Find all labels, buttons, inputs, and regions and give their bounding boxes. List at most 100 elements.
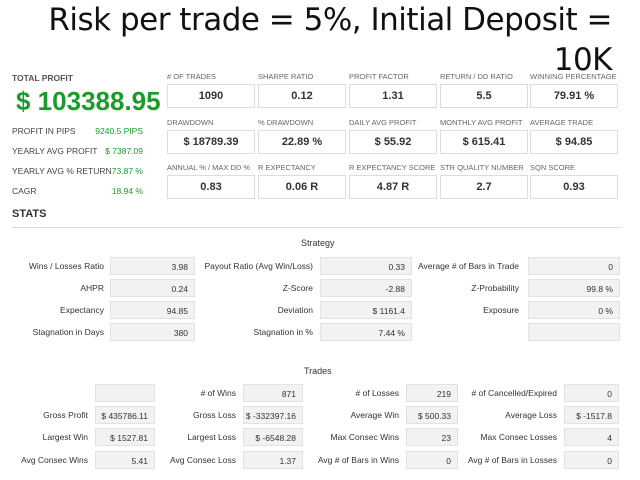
metric-value: 0.93 bbox=[530, 175, 618, 199]
stat-value: 4 bbox=[564, 428, 619, 446]
trades-title: Trades bbox=[304, 366, 332, 376]
stat-label: Avg Consec Wins bbox=[21, 455, 88, 465]
stat-label: AHPR bbox=[80, 283, 104, 293]
metric-label: MONTHLY AVG PROFIT bbox=[440, 118, 523, 127]
summary-row-value: 73.87 % bbox=[111, 166, 143, 176]
metric-card: ANNUAL % / MAX DD % 0.83 bbox=[167, 163, 255, 199]
metric-card: R EXPECTANCY 0.06 R bbox=[258, 163, 346, 199]
stat-label: # of Wins bbox=[200, 388, 236, 398]
stat-label: Stagnation in Days bbox=[32, 327, 104, 337]
stat-label: Avg Consec Loss bbox=[170, 455, 236, 465]
metric-value: $ 94.85 bbox=[530, 130, 618, 154]
metric-value: 0.12 bbox=[258, 84, 346, 108]
stat-value: $ -1517.8 bbox=[564, 406, 619, 424]
stat-label: Z-Probability bbox=[471, 283, 519, 293]
stat-value: 99.8 % bbox=[528, 279, 620, 297]
stats-title: STATS bbox=[12, 208, 47, 220]
total-profit-label: TOTAL PROFIT bbox=[12, 73, 73, 83]
metric-label: PROFIT FACTOR bbox=[349, 72, 409, 81]
metric-card: DRAWDOWN $ 18789.39 bbox=[167, 118, 255, 154]
stat-label: Expectancy bbox=[60, 305, 104, 315]
stat-value: 0 % bbox=[528, 301, 620, 319]
metric-card: STR QUALITY NUMBER 2.7 bbox=[440, 163, 528, 199]
metric-card: WINNING PERCENTAGE 79.91 % bbox=[530, 72, 618, 108]
summary-row-label: YEARLY AVG % RETURN bbox=[12, 166, 112, 176]
stat-label: Average Win bbox=[350, 410, 399, 420]
stat-label bbox=[0, 384, 88, 402]
stat-label: Stagnation in % bbox=[253, 327, 313, 337]
metric-value: 1.31 bbox=[349, 84, 437, 108]
stat-label: Avg # of Bars in Losses bbox=[467, 455, 557, 465]
stat-label: Gross Profit bbox=[43, 410, 88, 420]
metric-value: 0.83 bbox=[167, 175, 255, 199]
metric-card: SQN SCORE 0.93 bbox=[530, 163, 618, 199]
metric-value: $ 615.41 bbox=[440, 130, 528, 154]
metric-card: MONTHLY AVG PROFIT $ 615.41 bbox=[440, 118, 528, 154]
summary-row-label: CAGR bbox=[12, 186, 37, 196]
stat-value bbox=[528, 323, 620, 341]
metric-label: AVERAGE TRADE bbox=[530, 118, 594, 127]
summary-row-profit-pips: PROFIT IN PIPS 9240.5 PIPS bbox=[12, 126, 143, 136]
stat-label: Max Consec Losses bbox=[480, 432, 557, 442]
metric-value: 0.06 R bbox=[258, 175, 346, 199]
stat-label: Avg # of Bars in Wins bbox=[317, 455, 399, 465]
stats-divider bbox=[12, 227, 622, 228]
metric-label: SHARPE RATIO bbox=[258, 72, 314, 81]
stat-label: Payout Ratio (Avg Win/Loss) bbox=[204, 261, 314, 271]
metric-label: DRAWDOWN bbox=[167, 118, 214, 127]
metric-label: WINNING PERCENTAGE bbox=[530, 72, 617, 81]
total-profit-value: $ 103388.95 bbox=[16, 86, 161, 116]
stat-label: Wins / Losses Ratio bbox=[28, 261, 104, 271]
stat-label: Z-Score bbox=[282, 283, 313, 293]
stat-value: 0 bbox=[564, 451, 619, 469]
metric-card: DAILY AVG PROFIT $ 55.92 bbox=[349, 118, 437, 154]
stat-label: Deviation bbox=[277, 305, 313, 315]
metric-value: $ 18789.39 bbox=[167, 130, 255, 154]
summary-row-value: $ 7387.09 bbox=[105, 146, 143, 156]
metric-label: R EXPECTANCY bbox=[258, 163, 316, 172]
metric-label: % DRAWDOWN bbox=[258, 118, 314, 127]
stat-label: Largest Loss bbox=[187, 432, 236, 442]
summary-row-yearly-avg-profit: YEARLY AVG PROFIT $ 7387.09 bbox=[12, 146, 143, 156]
metric-card: SHARPE RATIO 0.12 bbox=[258, 72, 346, 108]
stat-label: # of Losses bbox=[355, 388, 399, 398]
metric-card: RETURN / DD RATIO 5.5 bbox=[440, 72, 528, 108]
stat-label: Max Consec Wins bbox=[330, 432, 400, 442]
summary-row-label: PROFIT IN PIPS bbox=[12, 126, 76, 136]
metric-label: STR QUALITY NUMBER bbox=[440, 163, 524, 172]
metric-label: ANNUAL % / MAX DD % bbox=[167, 163, 251, 172]
strategy-title: Strategy bbox=[301, 238, 335, 248]
summary-row-yearly-avg-return: YEARLY AVG % RETURN 73.87 % bbox=[12, 166, 143, 176]
metric-value: 5.5 bbox=[440, 84, 528, 108]
metric-card: PROFIT FACTOR 1.31 bbox=[349, 72, 437, 108]
summary-row-value: 9240.5 PIPS bbox=[95, 126, 143, 136]
metric-label: # OF TRADES bbox=[167, 72, 217, 81]
metric-label: R EXPECTANCY SCORE bbox=[349, 163, 436, 172]
metric-label: DAILY AVG PROFIT bbox=[349, 118, 417, 127]
metric-value: 79.91 % bbox=[530, 84, 618, 108]
metric-label: RETURN / DD RATIO bbox=[440, 72, 513, 81]
summary-row-label: YEARLY AVG PROFIT bbox=[12, 146, 98, 156]
stat-label: Largest Win bbox=[42, 432, 88, 442]
metric-value: 1090 bbox=[167, 84, 255, 108]
stat-label bbox=[379, 323, 519, 341]
stat-label: # of Cancelled/Expired bbox=[471, 388, 557, 398]
stat-value: 0 bbox=[564, 384, 619, 402]
metric-value: 22.89 % bbox=[258, 130, 346, 154]
stat-label: Average Loss bbox=[505, 410, 557, 420]
metric-card: AVERAGE TRADE $ 94.85 bbox=[530, 118, 618, 154]
stat-value: 0 bbox=[528, 257, 620, 275]
metric-value: 4.87 R bbox=[349, 175, 437, 199]
stat-label: Gross Loss bbox=[193, 410, 236, 420]
metric-value: 2.7 bbox=[440, 175, 528, 199]
summary-row-cagr: CAGR 18.94 % bbox=[12, 186, 143, 196]
headline: Risk per trade = 5%, Initial Deposit = 1… bbox=[48, 2, 612, 78]
metric-card: # OF TRADES 1090 bbox=[167, 72, 255, 108]
metric-card: R EXPECTANCY SCORE 4.87 R bbox=[349, 163, 437, 199]
stat-label: Average # of Bars in Trade bbox=[418, 261, 519, 271]
summary-row-value: 18.94 % bbox=[111, 186, 143, 196]
metric-label: SQN SCORE bbox=[530, 163, 576, 172]
metric-card: % DRAWDOWN 22.89 % bbox=[258, 118, 346, 154]
metric-value: $ 55.92 bbox=[349, 130, 437, 154]
stat-label: Exposure bbox=[483, 305, 519, 315]
